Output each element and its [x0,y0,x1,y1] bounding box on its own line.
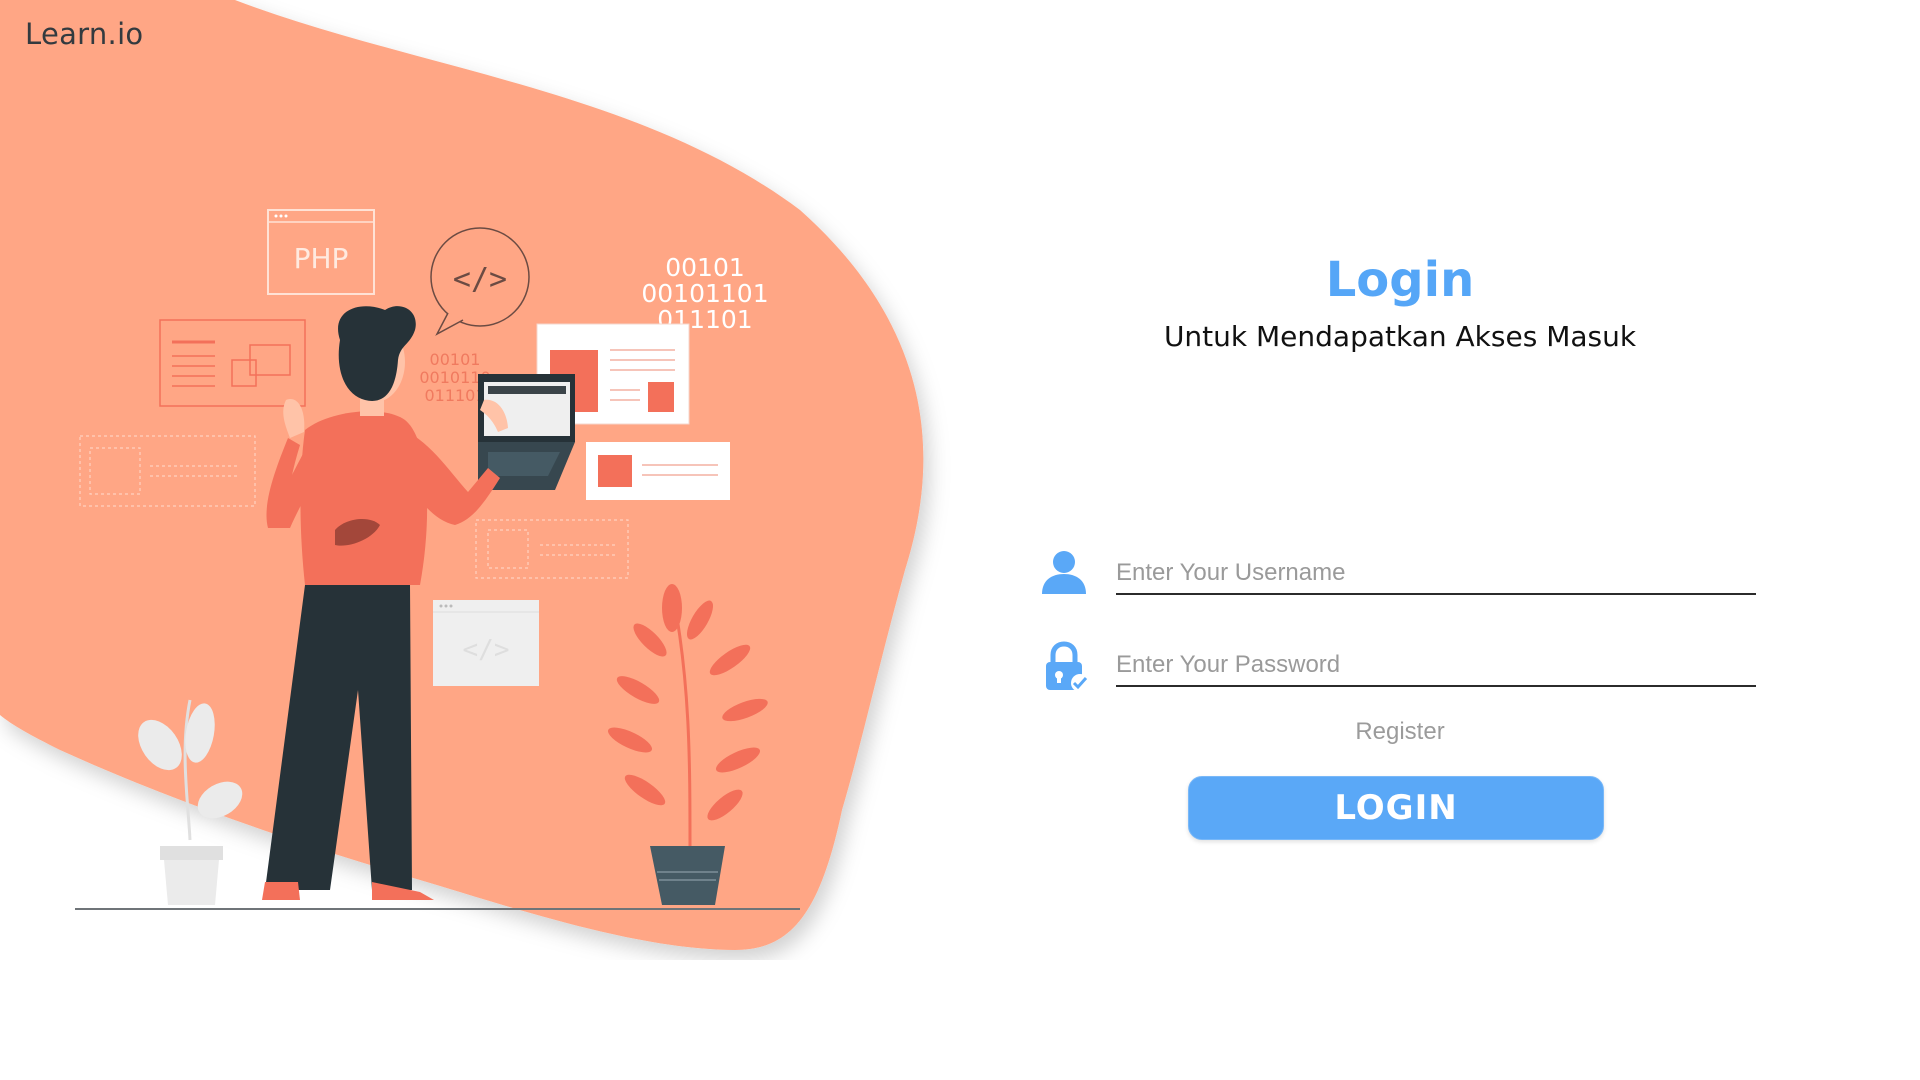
developer-illustration: PHP </> 00101 00101101 011101 00101 0010… [75,209,800,910]
small-card-icon [586,442,730,500]
binary-line: 011101 [424,386,485,405]
code-bubble-icon: </> [430,227,530,336]
php-label: PHP [294,242,349,275]
code-glyph: </> [453,262,507,297]
lock-check-icon [1046,641,1089,692]
user-icon [1042,551,1086,594]
plant-pot-left-icon [138,699,243,905]
login-button[interactable]: LOGIN [1188,776,1604,840]
register-link[interactable]: Register [1260,718,1540,746]
plant-pot-right-icon [607,584,768,905]
binary-line: 00101 [665,253,745,282]
binary-line: 00101 [430,350,481,369]
chart-window-icon [159,319,306,407]
login-title: Login [1325,252,1475,308]
svg-text:</>: </> [463,635,510,665]
login-subtitle: Untuk Mendapatkan Akses Masuk [1163,320,1637,353]
username-input[interactable] [1116,553,1756,595]
binary-text-right: 00101 00101101 011101 [641,253,768,334]
binary-line: 00101101 [641,279,768,308]
code-window-icon: </> [433,600,539,686]
password-input[interactable] [1116,645,1756,687]
php-window-icon: PHP [267,209,375,295]
